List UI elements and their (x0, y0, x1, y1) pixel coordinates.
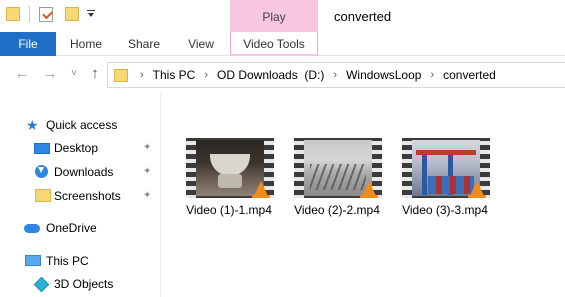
folder-icon[interactable] (6, 7, 20, 21)
chevron-right-icon[interactable]: › (333, 69, 337, 81)
pin-icon[interactable]: ✦ (143, 142, 153, 154)
breadcrumb-od-downloads[interactable]: OD Downloads (D:) (217, 68, 324, 82)
tab-share[interactable]: Share (116, 32, 172, 56)
star-icon: ★ (26, 117, 39, 133)
vlc-icon (254, 181, 268, 196)
film-strip-edge (294, 138, 304, 198)
nav-item-label: 3D Objects (54, 277, 114, 291)
tab-video-tools[interactable]: Video Tools (230, 32, 318, 56)
file-list: Video (1)-1.mp4 Video (2)-2.mp4 Video (3… (161, 93, 565, 297)
tab-home[interactable]: Home (56, 32, 116, 56)
nav-item-label: Screenshots (54, 189, 121, 203)
title-bar: Play converted (0, 0, 565, 32)
up-arrow-icon[interactable]: ↑ (87, 65, 103, 83)
vlc-icon (362, 181, 376, 196)
crane-leg (422, 155, 427, 195)
file-item[interactable]: Video (3)-3.mp4 (392, 138, 498, 218)
file-name: Video (1)-1.mp4 (186, 203, 272, 217)
vlc-icon-base (252, 195, 270, 198)
coffee-cup (218, 174, 242, 188)
vlc-icon-base (360, 195, 378, 198)
window-title: converted (334, 9, 392, 24)
customize-dropdown-icon[interactable] (87, 9, 95, 19)
navigation-pane: ★ Quick access Desktop ✦ Downloads ✦ Scr… (0, 93, 160, 297)
contextual-tab-group-play: Play (230, 0, 318, 32)
coffee-dripper (210, 154, 250, 176)
file-item[interactable]: Video (2)-2.mp4 (284, 138, 390, 218)
video-thumbnail (186, 138, 274, 198)
toolbar-separator (29, 6, 30, 22)
cloud-icon (24, 224, 40, 233)
film-strip-edge (402, 138, 412, 198)
nav-item-onedrive[interactable]: OneDrive (0, 217, 160, 239)
chevron-right-icon[interactable]: › (204, 69, 208, 81)
breadcrumb-this-pc[interactable]: This PC (153, 68, 196, 82)
back-arrow-icon[interactable]: ← (14, 65, 30, 83)
tab-file[interactable]: File (0, 32, 56, 56)
3d-objects-icon (33, 276, 50, 293)
nav-item-3d-objects[interactable]: 3D Objects (0, 273, 160, 295)
nav-item-label: OneDrive (46, 221, 97, 235)
file-name: Video (2)-2.mp4 (294, 203, 380, 217)
desktop-icon (34, 143, 50, 154)
pin-icon[interactable]: ✦ (143, 166, 153, 178)
vlc-icon (470, 181, 484, 196)
nav-item-label: Downloads (54, 165, 114, 179)
pin-icon[interactable]: ✦ (143, 190, 153, 202)
nav-item-label: Quick access (46, 118, 118, 132)
navigation-row: ← → ˅ ↑ › This PC › OD Downloads (D:) › … (0, 57, 565, 93)
folder-icon (35, 189, 51, 202)
properties-icon[interactable] (39, 6, 53, 22)
chevron-right-icon[interactable]: › (430, 69, 434, 81)
nav-item-label: Desktop (54, 141, 99, 155)
film-strip-edge (186, 138, 196, 198)
nav-item-label: This PC (46, 254, 89, 268)
breadcrumb-converted[interactable]: converted (443, 68, 496, 82)
file-name: Video (3)-3.mp4 (402, 203, 488, 217)
nav-item-quick-access[interactable]: ★ Quick access (0, 114, 160, 136)
forward-arrow-icon[interactable]: → (42, 65, 58, 83)
nav-item-screenshots[interactable]: Screenshots ✦ (0, 185, 160, 207)
new-folder-icon[interactable] (65, 7, 79, 21)
nav-item-this-pc[interactable]: This PC (0, 250, 160, 272)
nav-item-downloads[interactable]: Downloads ✦ (0, 161, 160, 183)
video-thumbnail (294, 138, 382, 198)
downloads-icon (35, 165, 48, 178)
address-bar[interactable]: › This PC › OD Downloads (D:) › WindowsL… (107, 62, 565, 88)
video-thumbnail (402, 138, 490, 198)
file-item[interactable]: Video (1)-1.mp4 (176, 138, 282, 218)
shipping-containers (428, 176, 474, 194)
recent-locations-chevron-icon[interactable]: ˅ (66, 65, 82, 83)
nav-item-desktop[interactable]: Desktop ✦ (0, 137, 160, 159)
folder-icon (114, 68, 128, 82)
tab-view[interactable]: View (172, 32, 230, 56)
ribbon-tabs: File Home Share View Video Tools (0, 32, 565, 56)
pc-icon (25, 255, 41, 266)
vlc-icon-base (468, 195, 486, 198)
bicycles (310, 164, 366, 190)
chevron-right-icon[interactable]: › (140, 69, 144, 81)
quick-access-toolbar (6, 6, 95, 22)
breadcrumb-windowsloop[interactable]: WindowsLoop (346, 68, 421, 82)
